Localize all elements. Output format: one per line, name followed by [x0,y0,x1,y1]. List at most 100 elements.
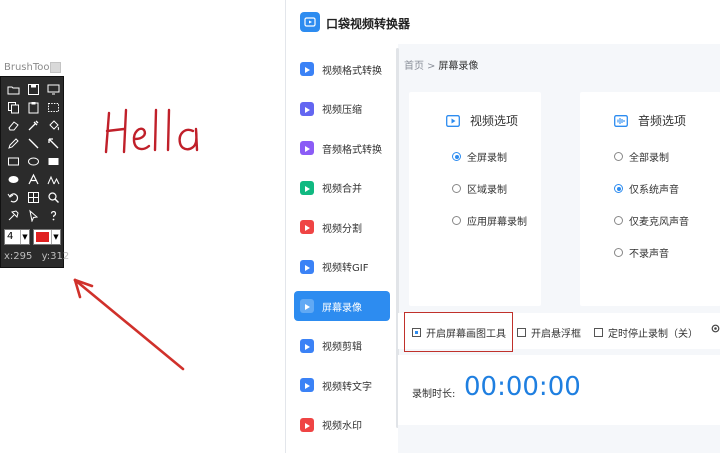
sidebar-item-video-text[interactable]: 视频转文字 [294,370,390,400]
radio-option[interactable]: 全部录制 [614,149,669,164]
breadcrumb-home[interactable]: 首页 [404,61,424,72]
radio-option[interactable]: 区域录制 [452,181,507,196]
video-play-icon [446,114,460,127]
radio-unchecked-icon[interactable] [614,152,623,161]
breadcrumb-separator: > [427,61,436,72]
radio-unchecked-icon[interactable] [452,184,461,193]
radio-option[interactable]: 全屏录制 [452,149,507,164]
video-options-header: 视频选项 [446,112,518,129]
sidebar-item-audio-convert[interactable]: 音频格式转换 [294,133,390,163]
screen-record-icon [300,299,314,313]
sidebar-item-video-compress[interactable]: 视频压缩 [294,94,390,124]
video-watermark-icon [300,417,314,432]
zoom-tool-button[interactable] [44,188,62,206]
fill-icon [48,119,59,130]
timer-area: 录制时长: 00:00:00 [398,355,720,425]
radio-label: 不录声音 [629,249,669,260]
tool-grid [4,80,62,224]
eraser-icon [7,120,19,130]
grid-icon [27,191,39,203]
paste-icon [28,101,38,113]
open-tool-button[interactable] [4,80,22,98]
coord-x: x:295 [4,251,33,262]
video-merge-icon [300,180,314,195]
hammer-tool-button[interactable] [4,206,22,224]
title-bar: 口袋视频转换器 [286,0,720,44]
checkbox-unchecked-icon[interactable] [594,328,603,337]
ellipse-outline-icon [27,157,39,165]
text-tool-button[interactable] [24,170,42,188]
undo-tool-button[interactable] [4,188,22,206]
video-edit-icon [300,338,314,353]
annotation-arrow [73,278,185,371]
radio-checked-icon[interactable] [614,184,623,193]
sidebar-item-label: 视频压缩 [322,105,362,116]
audio-convert-icon [300,141,314,155]
sidebar-item-video-merge[interactable]: 视频合并 [294,173,390,203]
radio-label: 应用屏幕录制 [467,217,527,228]
arrow-tool-button[interactable] [44,134,62,152]
brush-color-select[interactable]: ▼ [33,229,61,245]
fill-tool-button[interactable] [44,116,62,134]
ellipse-fill-tool-button[interactable] [4,170,22,188]
checkbox-unchecked-icon[interactable] [517,328,526,337]
chevron-down-icon: ▼ [20,230,29,244]
rect-fill-icon [48,157,58,165]
pointer-tool-button[interactable] [24,206,42,224]
sidebar-item-video-convert[interactable]: 视频格式转换 [294,54,390,84]
cursor-coordinates: x:295 y:312 [4,251,75,262]
sidebar-item-video-watermark[interactable]: 视频水印 [294,410,390,440]
eyedropper-icon [28,120,38,130]
zoom-icon [47,191,59,203]
sidebar-item-label: 屏幕录像 [322,302,362,314]
app-logo-icon [300,12,320,32]
sidebar-item-video-split[interactable]: 视频分割 [294,212,390,242]
radio-option[interactable]: 不录声音 [614,245,669,260]
converter-app-window: 口袋视频转换器 视频格式转换 视频压缩音频格式转换视频合并视频分割视频转GIF 屏幕… [285,0,720,453]
video-convert-icon [300,62,314,76]
audio-options-header: 音频选项 [614,112,686,129]
select-rect-tool-button[interactable] [44,98,62,116]
pencil-tool-button[interactable] [4,134,22,152]
radio-unchecked-icon[interactable] [614,248,623,257]
screen-tool-button[interactable] [44,80,62,98]
line-tool-button[interactable] [24,134,42,152]
copy-tool-button[interactable] [4,98,22,116]
sidebar-item-label: 音频格式转换 [322,144,382,156]
sidebar-item-label: 视频格式转换 [322,65,382,77]
toggle-option[interactable]: 定时停止录制（关） [594,325,698,340]
radio-option[interactable]: 应用屏幕录制 [452,213,527,228]
radio-label: 全屏录制 [467,153,507,164]
text-size-tool-button[interactable] [44,170,62,188]
radio-checked-icon[interactable] [452,152,461,161]
radio-option[interactable]: 仅麦克风声音 [614,213,689,228]
brush-size-value: 4 [7,231,14,242]
save-tool-button[interactable] [24,80,42,98]
radio-label: 仅麦克风声音 [629,217,689,228]
ellipse-outline-tool-button[interactable] [24,152,42,170]
pencil-icon [7,137,19,149]
audio-options-title: 音频选项 [638,114,687,128]
gear-icon[interactable] [710,323,720,334]
radio-unchecked-icon[interactable] [614,216,623,225]
radio-option[interactable]: 仅系统声音 [614,181,679,196]
coord-y: y:312 [41,251,70,262]
brush-size-select[interactable]: 4 ▼ [4,229,30,245]
sidebar-item-screen-record[interactable]: 屏幕录像 [294,291,390,321]
sidebar-item-video-edit[interactable]: 视频剪辑 [294,331,390,361]
grid-tool-button[interactable] [24,188,42,206]
help-tool-button[interactable] [44,206,62,224]
paste-tool-button[interactable] [24,98,42,116]
rect-outline-tool-button[interactable] [4,152,22,170]
radio-unchecked-icon[interactable] [452,216,461,225]
toggle-option[interactable]: 开启悬浮框 [517,325,581,340]
eraser-tool-button[interactable] [4,116,22,134]
sidebar-item-video-gif[interactable]: 视频转GIF [294,252,390,282]
recording-duration-value: 00:00:00 [464,372,581,402]
breadcrumb-current: 屏幕录像 [438,61,479,72]
eyedropper-tool-button[interactable] [24,116,42,134]
radio-label: 全部录制 [629,153,669,164]
rect-fill-tool-button[interactable] [44,152,62,170]
minimize-button[interactable] [50,62,61,73]
hammer-icon [8,209,19,220]
